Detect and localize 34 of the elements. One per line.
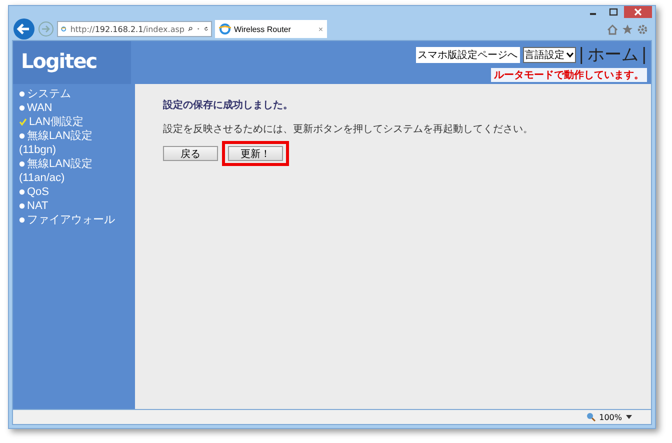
close-icon [634, 8, 642, 16]
zoom-level[interactable]: 100% [599, 412, 622, 422]
star-icon[interactable] [622, 24, 633, 34]
tab-close-button[interactable]: × [318, 24, 323, 34]
sidebar-item[interactable]: 無線LAN設定 (11bgn) [19, 129, 119, 157]
sidebar-item[interactable]: NAT [19, 199, 119, 213]
search-icon[interactable] [188, 24, 193, 34]
success-title: 設定の保存に成功しました。 [163, 98, 294, 112]
zoom-icon [586, 412, 596, 422]
logo: Logitec [13, 41, 131, 84]
home-link[interactable]: ホーム [587, 43, 638, 66]
back-button[interactable] [13, 18, 35, 40]
sidebar-item[interactable]: システム [19, 87, 119, 101]
smartphone-page-button[interactable]: スマホ版設定ページへ [416, 46, 520, 62]
sidebar-item[interactable]: QoS [19, 185, 119, 199]
separator-text: | [578, 44, 584, 64]
settings-icon[interactable] [637, 24, 648, 34]
mode-notice: ルータモードで動作しています。 [491, 68, 647, 82]
instruction-text: 設定を反映させるためには、更新ボタンを押してシステムを再起動してください。 [163, 122, 534, 136]
dropdown-caret-icon[interactable] [625, 414, 633, 420]
update-button[interactable]: 更新！ [228, 146, 283, 161]
maximize-icon[interactable] [608, 8, 618, 16]
browser-tab[interactable]: Wireless Router × [215, 20, 327, 38]
language-select[interactable]: 言語設定 [522, 46, 576, 62]
separator-text: | [641, 44, 647, 64]
back-page-button[interactable]: 戻る [163, 146, 218, 161]
sidebar-item[interactable]: LAN側設定 [19, 115, 119, 129]
sidebar-item[interactable]: WAN [19, 101, 119, 115]
home-icon[interactable] [607, 24, 618, 34]
address-bar[interactable]: http://192.168.2.1/index.asp [57, 21, 212, 37]
sidebar-item[interactable]: 無線LAN設定 (11an/ac) [19, 157, 119, 185]
close-button[interactable] [624, 6, 652, 18]
caret-icon [566, 52, 574, 58]
sidebar-item[interactable]: ファイアウォール [19, 213, 119, 227]
